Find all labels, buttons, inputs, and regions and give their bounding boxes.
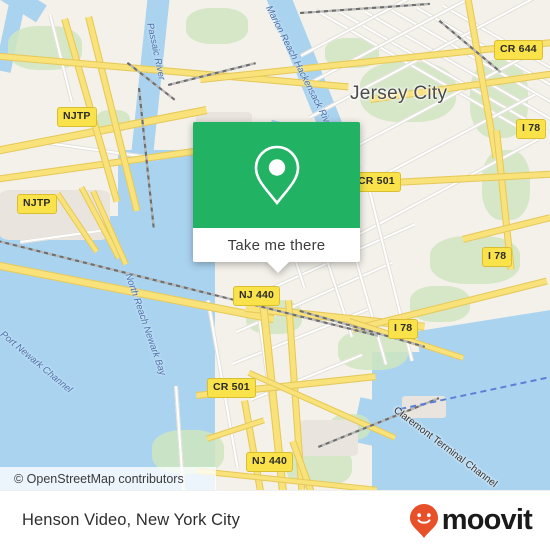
attribution-text: © OpenStreetMap contributors xyxy=(14,471,184,486)
industrial-area xyxy=(300,420,358,456)
map-attribution[interactable]: © OpenStreetMap contributors xyxy=(0,467,216,490)
popup-header xyxy=(193,122,360,228)
location-popup-card[interactable]: Take me there xyxy=(193,122,360,273)
place-name-label: Henson Video, New York City xyxy=(22,511,240,529)
shield-nj-440[interactable]: NJ 440 xyxy=(233,286,281,306)
popup-pointer-tail xyxy=(267,262,289,273)
page-footer: Henson Video, New York City moovit xyxy=(0,490,550,550)
map-pin-icon xyxy=(254,145,299,206)
park-patch xyxy=(186,8,248,44)
moovit-logo[interactable]: moovit xyxy=(409,503,533,539)
shield-njtp[interactable]: NJTP xyxy=(57,107,97,127)
shield-nj-440[interactable]: NJ 440 xyxy=(246,452,294,472)
shield-i-78[interactable]: I 78 xyxy=(388,319,419,339)
shield-i-78[interactable]: I 78 xyxy=(516,119,547,139)
map-canvas[interactable]: Jersey City Passaic River Marion Reach H… xyxy=(0,0,550,490)
moovit-smiley-pin-icon xyxy=(409,503,438,538)
shield-cr-644[interactable]: CR 644 xyxy=(494,40,543,60)
popup-action-row[interactable]: Take me there xyxy=(193,228,360,262)
shield-cr-501[interactable]: CR 501 xyxy=(207,378,256,398)
take-me-there-label: Take me there xyxy=(227,236,326,254)
shield-i-78[interactable]: I 78 xyxy=(482,247,513,267)
map-label-jersey-city: Jersey City xyxy=(350,83,448,104)
map-screenshot: Jersey City Passaic River Marion Reach H… xyxy=(0,0,550,550)
moovit-wordmark: moovit xyxy=(441,504,533,536)
shield-njtp[interactable]: NJTP xyxy=(17,194,57,214)
